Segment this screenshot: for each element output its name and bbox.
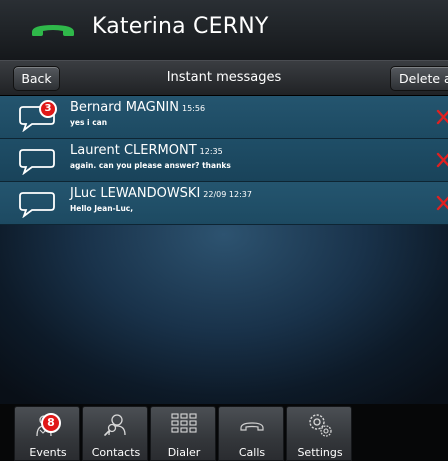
message-row-bernard-magnin[interactable]: 3 Bernard MAGNIN 15:56 yes i can <box>0 96 448 139</box>
delete-message-icon[interactable] <box>436 152 448 168</box>
settings-icon <box>309 414 332 437</box>
tab-label: Calls <box>238 446 266 459</box>
message-time: 15:56 <box>181 104 206 113</box>
message-preview: again. can you please answer? thanks <box>70 161 231 170</box>
tab-contacts[interactable]: Contacts <box>82 406 148 461</box>
sender-name: JLuc LEWANDOWSKI <box>70 186 201 201</box>
chat-bubble-icon <box>19 192 55 218</box>
events-badge: 8 <box>41 413 61 433</box>
page-title: Instant messages <box>166 70 282 85</box>
tab-label: Contacts <box>91 446 141 459</box>
message-sender: Bernard MAGNIN 15:56 <box>70 100 205 115</box>
delete-message-icon[interactable] <box>436 109 448 125</box>
unread-count-badge: 3 <box>39 100 57 118</box>
tab-label: Events <box>29 446 67 459</box>
calls-icon <box>240 422 264 431</box>
tab-dialer[interactable]: Dialer <box>150 406 216 461</box>
tab-label: Settings <box>297 446 343 459</box>
tab-calls[interactable]: Calls <box>218 406 284 461</box>
sender-name: Bernard MAGNIN <box>70 100 179 115</box>
message-sender: Laurent CLERMONT 12:35 <box>70 143 223 158</box>
phone-handset-icon <box>32 25 74 36</box>
contact-name: Katerina CERNY <box>92 14 269 39</box>
contacts-icon <box>104 414 126 436</box>
title-bar: Katerina CERNY <box>0 0 448 61</box>
tab-label: Dialer <box>167 446 201 459</box>
message-time: 22/09 12:37 <box>203 190 252 199</box>
dialer-icon <box>171 413 197 433</box>
sender-name: Laurent CLERMONT <box>70 143 197 158</box>
chat-bubble-icon <box>19 149 55 175</box>
message-preview: Hello Jean-Luc, <box>70 204 134 213</box>
message-row-jluc-lewandowski[interactable]: JLuc LEWANDOWSKI 22/09 12:37 Hello Jean-L… <box>0 182 448 225</box>
message-time: 12:35 <box>199 147 223 156</box>
nav-bar: Back Instant messages Delete all <box>0 60 448 96</box>
bottom-tab-bar: 8 Events Contacts Dialer Calls Settings <box>0 404 448 461</box>
delete-message-icon[interactable] <box>436 195 448 211</box>
message-list: 3 Bernard MAGNIN 15:56 yes i can Laurent … <box>0 96 448 404</box>
message-sender: JLuc LEWANDOWSKI 22/09 12:37 <box>70 186 252 201</box>
message-preview: yes i can <box>70 118 108 127</box>
delete-all-button[interactable]: Delete all <box>390 66 448 91</box>
message-row-laurent-clermont[interactable]: Laurent CLERMONT 12:35 again. can you ple… <box>0 139 448 182</box>
tab-settings[interactable]: Settings <box>286 406 352 461</box>
tab-events[interactable]: 8 Events <box>14 406 80 461</box>
